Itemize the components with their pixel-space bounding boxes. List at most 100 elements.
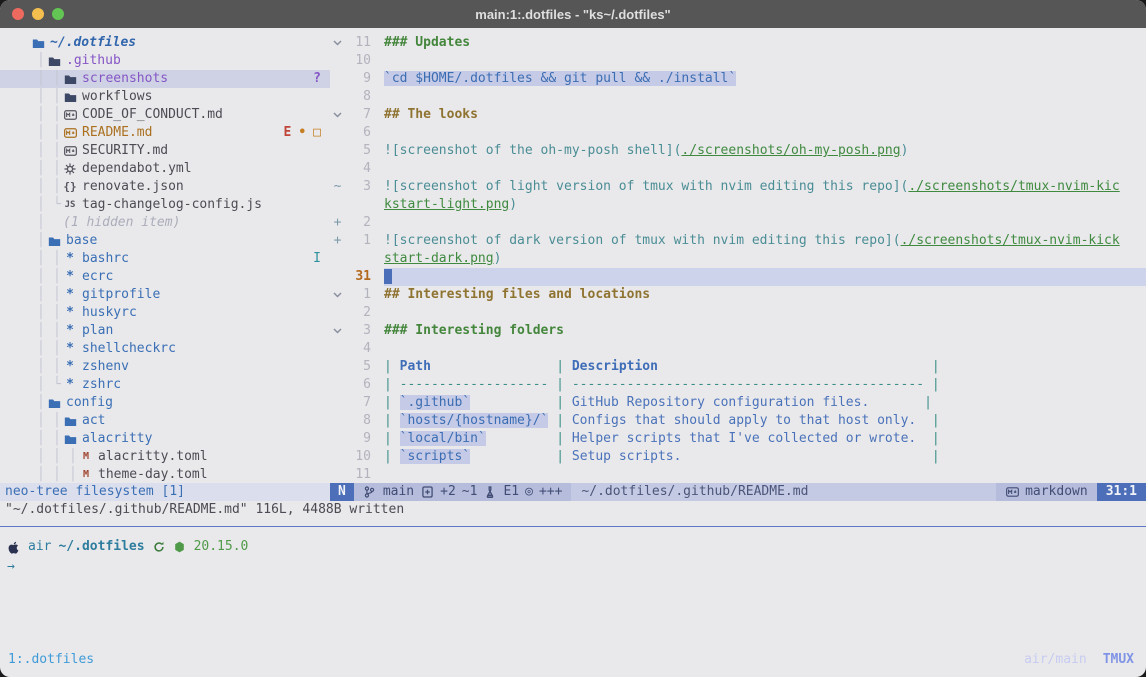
tree-item[interactable]: ││*plan: [0, 322, 330, 340]
editor-line[interactable]: 11: [330, 466, 1146, 483]
tree-item[interactable]: ││workflows: [0, 88, 330, 106]
tree-item[interactable]: ~/.dotfiles: [0, 34, 330, 52]
git-sign: [330, 142, 345, 160]
tree-guide: │: [37, 214, 45, 232]
tree-item[interactable]: ││*gitprofile: [0, 286, 330, 304]
tree-item[interactable]: ││SECURITY.md: [0, 142, 330, 160]
git-diff-changed: ~1: [462, 483, 478, 501]
mode-indicator: N: [330, 483, 354, 501]
tmux-pane-divider[interactable]: [0, 526, 1146, 527]
neotree-sidebar[interactable]: ~/.dotfiles│.github││screenshots?││workf…: [0, 28, 330, 483]
editor-line[interactable]: 5| Path | Description |: [330, 358, 1146, 376]
fold-chevron-icon[interactable]: [330, 322, 345, 340]
git-sign: [330, 124, 345, 142]
tree-guide: │: [37, 466, 45, 483]
tree-item[interactable]: ││CODE_OF_CONDUCT.md: [0, 106, 330, 124]
tree-guide: │: [53, 448, 61, 466]
editor-line[interactable]: 8: [330, 88, 1146, 106]
fold-chevron-icon[interactable]: [330, 286, 345, 304]
tree-item[interactable]: ││{}renovate.json: [0, 178, 330, 196]
line-text: kstart-light.png): [384, 196, 1146, 214]
editor-line[interactable]: 2: [330, 304, 1146, 322]
tree-item[interactable]: ││*shellcheckrc: [0, 340, 330, 358]
tree-item[interactable]: │││Malacritty.toml: [0, 448, 330, 466]
tree-item[interactable]: ││*ecrc: [0, 268, 330, 286]
braces-icon: {}: [63, 180, 77, 194]
editor-line[interactable]: 1## Interesting files and locations: [330, 286, 1146, 304]
editor-line[interactable]: 3### Interesting folders: [330, 322, 1146, 340]
editor-line[interactable]: 7| `.github` | GitHub Repository configu…: [330, 394, 1146, 412]
title-bar[interactable]: main:1:.dotfiles - "ks~/.dotfiles": [0, 0, 1146, 28]
tree-item[interactable]: │config: [0, 394, 330, 412]
tree-item-label: dependabot.yml: [82, 160, 192, 178]
editor-line[interactable]: kstart-light.png): [330, 196, 1146, 214]
shell-pane[interactable]: air ~/.dotfiles 20.15.0 →: [0, 519, 1146, 647]
line-text: | Path | Description |: [384, 358, 1146, 376]
tree-item-label: bashrc: [82, 250, 129, 268]
editor-line[interactable]: 9| `local/bin` | Helper scripts that I'v…: [330, 430, 1146, 448]
line-text: | `.github` | GitHub Repository configur…: [384, 394, 1146, 412]
tree-guide: │: [53, 160, 61, 178]
editor-line[interactable]: 4: [330, 160, 1146, 178]
tree-item-label: ~/.dotfiles: [50, 34, 136, 52]
line-number: [345, 250, 371, 268]
tree-item-label: workflows: [82, 88, 152, 106]
editor-line[interactable]: +2: [330, 214, 1146, 232]
tree-item[interactable]: │base: [0, 232, 330, 250]
git-sign: [330, 70, 345, 88]
tree-item[interactable]: │└JStag-changelog-config.js: [0, 196, 330, 214]
tree-item-label: huskyrc: [82, 304, 137, 322]
editor-line[interactable]: start-dark.png): [330, 250, 1146, 268]
tree-item[interactable]: ││*zshenv: [0, 358, 330, 376]
dotfile-star-icon: *: [63, 252, 77, 266]
tree-guide: │: [53, 286, 61, 304]
editor-buffer[interactable]: 11### Updates109`cd $HOME/.dotfiles && g…: [330, 28, 1146, 483]
shell-prompt: air ~/.dotfiles 20.15.0: [7, 538, 1146, 556]
line-text: ## Interesting files and locations: [384, 286, 1146, 304]
tree-guide: │: [53, 268, 61, 286]
editor-line[interactable]: 7## The looks: [330, 106, 1146, 124]
editor-line[interactable]: 8| `hosts/{hostname}/` | Configs that sh…: [330, 412, 1146, 430]
git-sign: +: [330, 214, 345, 232]
editor-line[interactable]: 31: [330, 268, 1146, 286]
tree-guide: │: [37, 178, 45, 196]
editor-line[interactable]: 5![screenshot of the oh-my-posh shell](.…: [330, 142, 1146, 160]
tree-item[interactable]: ││screenshots?: [0, 70, 330, 88]
tree-item[interactable]: ││dependabot.yml: [0, 160, 330, 178]
tree-item[interactable]: │└*zshrc: [0, 376, 330, 394]
tree-guide: │: [37, 124, 45, 142]
editor-line[interactable]: 6: [330, 124, 1146, 142]
tree-guide: │: [37, 322, 45, 340]
tree-item[interactable]: │(1 hidden item): [0, 214, 330, 232]
editor-line[interactable]: 11### Updates: [330, 34, 1146, 52]
editor-line[interactable]: 10| `scripts` | Setup scripts. |: [330, 448, 1146, 466]
editor-line[interactable]: 4: [330, 340, 1146, 358]
line-number: 9: [345, 430, 371, 448]
tree-item-label: ecrc: [82, 268, 113, 286]
terminal-window: main:1:.dotfiles - "ks~/.dotfiles" ~/.do…: [0, 0, 1146, 677]
line-number: 9: [345, 70, 371, 88]
prompt-arrow[interactable]: →: [7, 558, 1146, 576]
fold-chevron-icon[interactable]: [330, 34, 345, 52]
tree-item[interactable]: │.github: [0, 52, 330, 70]
tree-guide: └: [53, 196, 61, 214]
editor-line[interactable]: ~3![screenshot of light version of tmux …: [330, 178, 1146, 196]
git-sign: [330, 376, 345, 394]
editor-line[interactable]: 9`cd $HOME/.dotfiles && git pull && ./in…: [330, 70, 1146, 88]
tree-item[interactable]: ││*huskyrc: [0, 304, 330, 322]
tree-item[interactable]: ││*bashrcI: [0, 250, 330, 268]
line-number: 10: [345, 52, 371, 70]
tree-item[interactable]: ││README.mdE•□: [0, 124, 330, 142]
tree-item[interactable]: │││Mtheme-day.toml: [0, 466, 330, 483]
fold-chevron-icon[interactable]: [330, 106, 345, 124]
editor-line[interactable]: 10: [330, 52, 1146, 70]
tree-guide: │: [69, 466, 77, 483]
editor-line[interactable]: 6| ------------------- | ---------------…: [330, 376, 1146, 394]
statusline-filetype: markdown: [1025, 483, 1088, 501]
tree-item[interactable]: ││act: [0, 412, 330, 430]
tree-item[interactable]: ││alacritty: [0, 430, 330, 448]
tmux-session-tab[interactable]: 1:.dotfiles: [8, 652, 94, 667]
lualine-statusline: N main +2 ~1 E1 ◎ +++ ~/.dotfiles/.githu…: [330, 483, 1146, 501]
line-number: 8: [345, 88, 371, 106]
editor-line[interactable]: +1![screenshot of dark version of tmux w…: [330, 232, 1146, 250]
